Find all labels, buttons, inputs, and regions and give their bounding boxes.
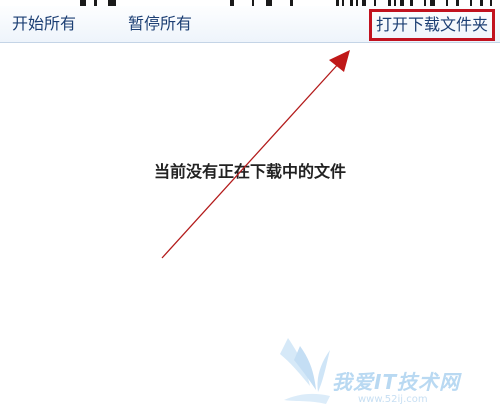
download-toolbar: 开始所有 暂停所有 打开下载文件夹 xyxy=(0,6,500,43)
pause-all-button[interactable]: 暂停所有 xyxy=(128,13,192,35)
open-download-folder-button[interactable]: 打开下载文件夹 xyxy=(368,9,495,41)
site-watermark: 我爱IT技术网 www.52ij.com xyxy=(270,330,500,412)
start-all-button[interactable]: 开始所有 xyxy=(12,13,76,35)
watermark-brand: 我爱IT技术网 xyxy=(332,370,461,394)
watermark-url: www.52ij.com xyxy=(358,394,428,405)
empty-downloads-message: 当前没有正在下载中的文件 xyxy=(153,162,346,181)
